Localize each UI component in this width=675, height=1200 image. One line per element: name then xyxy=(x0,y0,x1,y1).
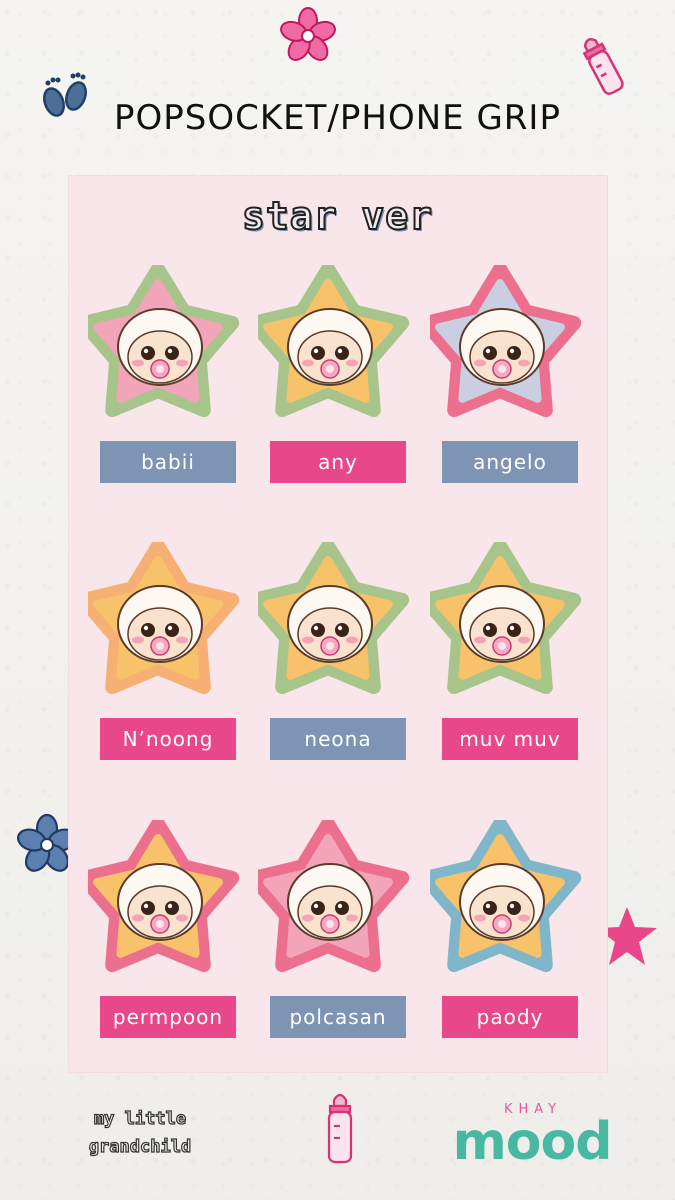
product-name-label: paody xyxy=(442,996,578,1038)
product-card[interactable]: permpoon xyxy=(88,820,248,1060)
baby-bottle-icon xyxy=(327,1093,353,1164)
crown-hood-icon xyxy=(430,265,590,425)
product-name-label: permpoon xyxy=(100,996,236,1038)
white-bunny-hood-icon xyxy=(258,265,418,425)
product-card[interactable]: muv muv xyxy=(430,542,590,782)
product-name-label: angelo xyxy=(442,441,578,483)
page-title: POPSOCKET/PHONE GRIP xyxy=(114,98,561,138)
panel-subtitle: star ver xyxy=(241,193,434,239)
product-card[interactable]: angelo xyxy=(430,265,590,505)
product-card[interactable]: neona xyxy=(258,542,418,782)
baby-bottle-icon xyxy=(582,38,624,95)
product-name-label: any xyxy=(270,441,406,483)
brand-line2: grandchild xyxy=(88,1136,192,1157)
product-card[interactable]: N’noong xyxy=(88,542,248,782)
product-card[interactable]: any xyxy=(258,265,418,505)
brand-line1: my little xyxy=(93,1108,187,1129)
dumpling-hood-icon xyxy=(430,820,590,980)
teal-bear-icon xyxy=(88,820,248,980)
pink-hair-icon xyxy=(258,542,418,702)
product-name-label: N’noong xyxy=(100,718,236,760)
crab-hood-icon xyxy=(88,542,248,702)
green-dino-hood-icon xyxy=(88,265,248,425)
orange-cat-hood-icon xyxy=(430,542,590,702)
flower-icon xyxy=(280,7,336,61)
orca-hood-icon xyxy=(258,820,418,980)
product-name-label: muv muv xyxy=(442,718,578,760)
product-name-label: neona xyxy=(270,718,406,760)
brand-signature: my little grandchild xyxy=(70,1105,210,1161)
product-name-label: babii xyxy=(100,441,236,483)
product-card[interactable]: polcasan xyxy=(258,820,418,1060)
product-name-label: polcasan xyxy=(270,996,406,1038)
product-card[interactable]: babii xyxy=(88,265,248,505)
logo-main-text: mood xyxy=(452,1112,613,1172)
product-card[interactable]: paody xyxy=(430,820,590,1060)
